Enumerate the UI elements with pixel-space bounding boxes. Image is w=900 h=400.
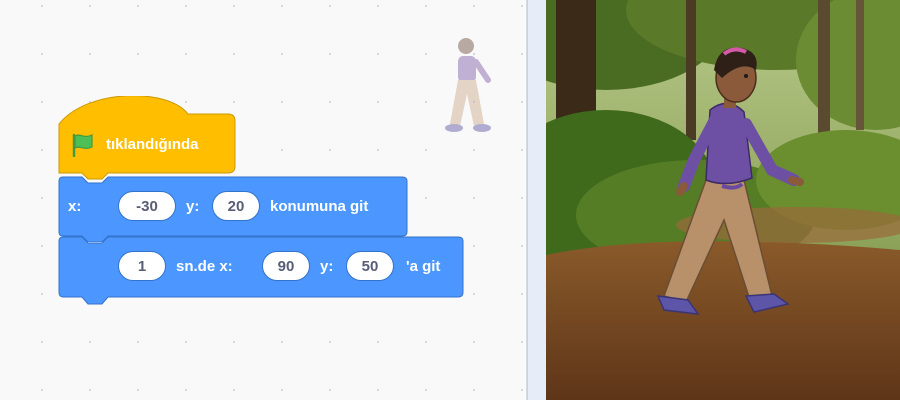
sprite-ghost-preview bbox=[445, 38, 491, 132]
glide-y-label: y: bbox=[320, 258, 334, 275]
glide-x-input[interactable]: 90 bbox=[262, 251, 310, 281]
go-to-suffix-label: konumuna git bbox=[270, 198, 369, 215]
glide-secs-input[interactable]: 1 bbox=[118, 251, 166, 281]
go-to-y-label: y: bbox=[186, 198, 200, 215]
stage-backdrop-forest bbox=[546, 0, 900, 400]
code-area[interactable]: tıklandığında x: -30 y: 20 konumuna git … bbox=[0, 0, 527, 400]
go-to-x-input[interactable]: -30 bbox=[118, 191, 176, 221]
go-to-y-input[interactable]: 20 bbox=[212, 191, 260, 221]
go-to-x-label: x: bbox=[68, 198, 82, 215]
stage[interactable] bbox=[546, 0, 900, 400]
glide-suffix-label: 'a git bbox=[406, 258, 441, 275]
green-flag-icon bbox=[72, 133, 93, 157]
glide-secs-label: sn.de x: bbox=[176, 258, 233, 275]
panel-divider bbox=[527, 0, 547, 400]
when-flag-clicked-label: tıklandığında bbox=[106, 136, 199, 153]
glide-y-input[interactable]: 50 bbox=[346, 251, 394, 281]
